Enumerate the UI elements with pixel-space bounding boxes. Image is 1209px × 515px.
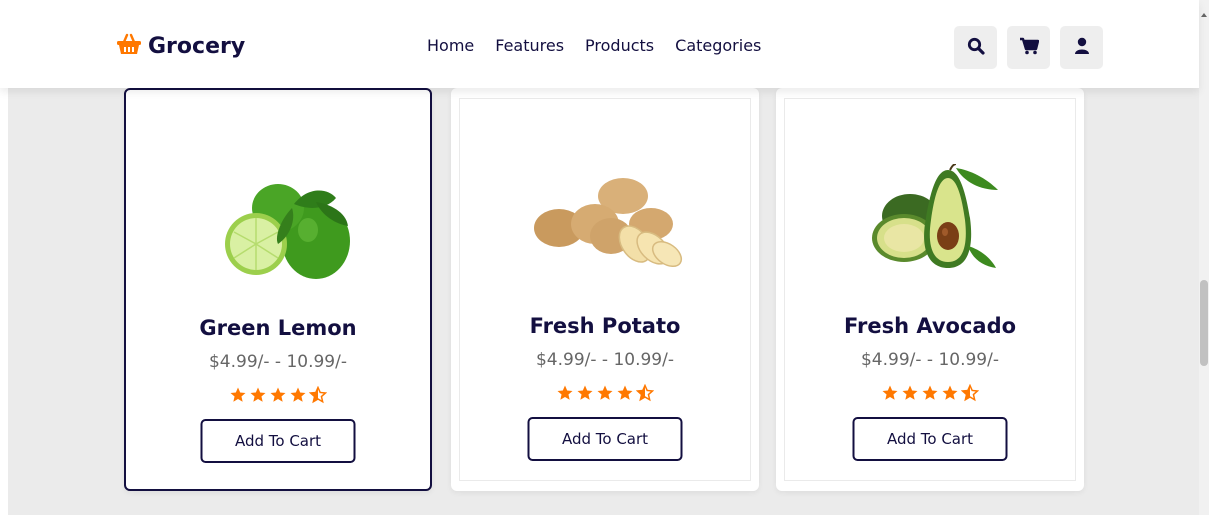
product-rating xyxy=(451,384,759,402)
star-icon xyxy=(597,385,613,400)
logo[interactable]: Grocery xyxy=(116,33,245,59)
star-icon xyxy=(290,387,306,402)
star-icon xyxy=(577,385,593,400)
product-card-fresh-avocado: Fresh Avocado $4.99/- - 10.99/- Add To C… xyxy=(776,88,1084,491)
nav-products[interactable]: Products xyxy=(585,36,654,55)
star-icon xyxy=(230,387,246,402)
product-name: Fresh Avocado xyxy=(843,314,1017,338)
product-card-green-lemon: Green Lemon $4.99/- - 10.99/- Add To Car… xyxy=(124,88,432,491)
star-icon xyxy=(270,387,286,402)
site-header: Grocery Home Features Products Categorie… xyxy=(0,0,1199,88)
add-to-cart-button[interactable]: Add To Cart xyxy=(527,417,683,461)
scroll-up-icon[interactable] xyxy=(1201,13,1207,17)
basket-icon xyxy=(116,33,142,59)
page-scrollbar[interactable] xyxy=(1199,0,1209,515)
product-price: $4.99/- - 10.99/- xyxy=(535,350,674,370)
add-to-cart-button[interactable]: Add To Cart xyxy=(200,419,356,463)
user-icon xyxy=(1074,37,1090,59)
search-button[interactable] xyxy=(954,26,997,69)
product-image-potato xyxy=(451,164,759,284)
cart-button[interactable] xyxy=(1007,26,1050,69)
star-icon xyxy=(250,387,266,402)
star-half-icon xyxy=(636,384,654,402)
nav-features[interactable]: Features xyxy=(495,36,564,55)
logo-text: Grocery xyxy=(148,33,246,59)
nav-categories[interactable]: Categories xyxy=(675,36,761,55)
page-edge xyxy=(0,88,8,515)
product-price: $4.99/- - 10.99/- xyxy=(860,350,999,370)
user-button[interactable] xyxy=(1060,26,1103,69)
cart-icon xyxy=(1019,37,1039,59)
product-rating xyxy=(776,384,1084,402)
star-icon xyxy=(557,385,573,400)
star-icon xyxy=(617,385,633,400)
header-icons xyxy=(954,26,1103,69)
product-card-fresh-potato: Fresh Potato $4.99/- - 10.99/- Add To Ca… xyxy=(451,88,759,491)
star-icon xyxy=(922,385,938,400)
star-icon xyxy=(882,385,898,400)
main-nav: Home Features Products Categories xyxy=(427,36,761,55)
star-half-icon xyxy=(309,386,327,404)
search-icon xyxy=(967,37,985,59)
product-price: $4.99/- - 10.99/- xyxy=(208,352,347,372)
scrollbar-thumb[interactable] xyxy=(1200,280,1208,366)
add-to-cart-button[interactable]: Add To Cart xyxy=(852,417,1008,461)
product-name: Fresh Potato xyxy=(529,314,681,338)
product-image-avocado xyxy=(776,164,1084,284)
star-icon xyxy=(942,385,958,400)
star-icon xyxy=(902,385,918,400)
product-name: Green Lemon xyxy=(199,316,357,340)
product-rating xyxy=(126,386,430,404)
product-image-lemon xyxy=(126,166,430,286)
nav-home[interactable]: Home xyxy=(427,36,474,55)
star-half-icon xyxy=(961,384,979,402)
